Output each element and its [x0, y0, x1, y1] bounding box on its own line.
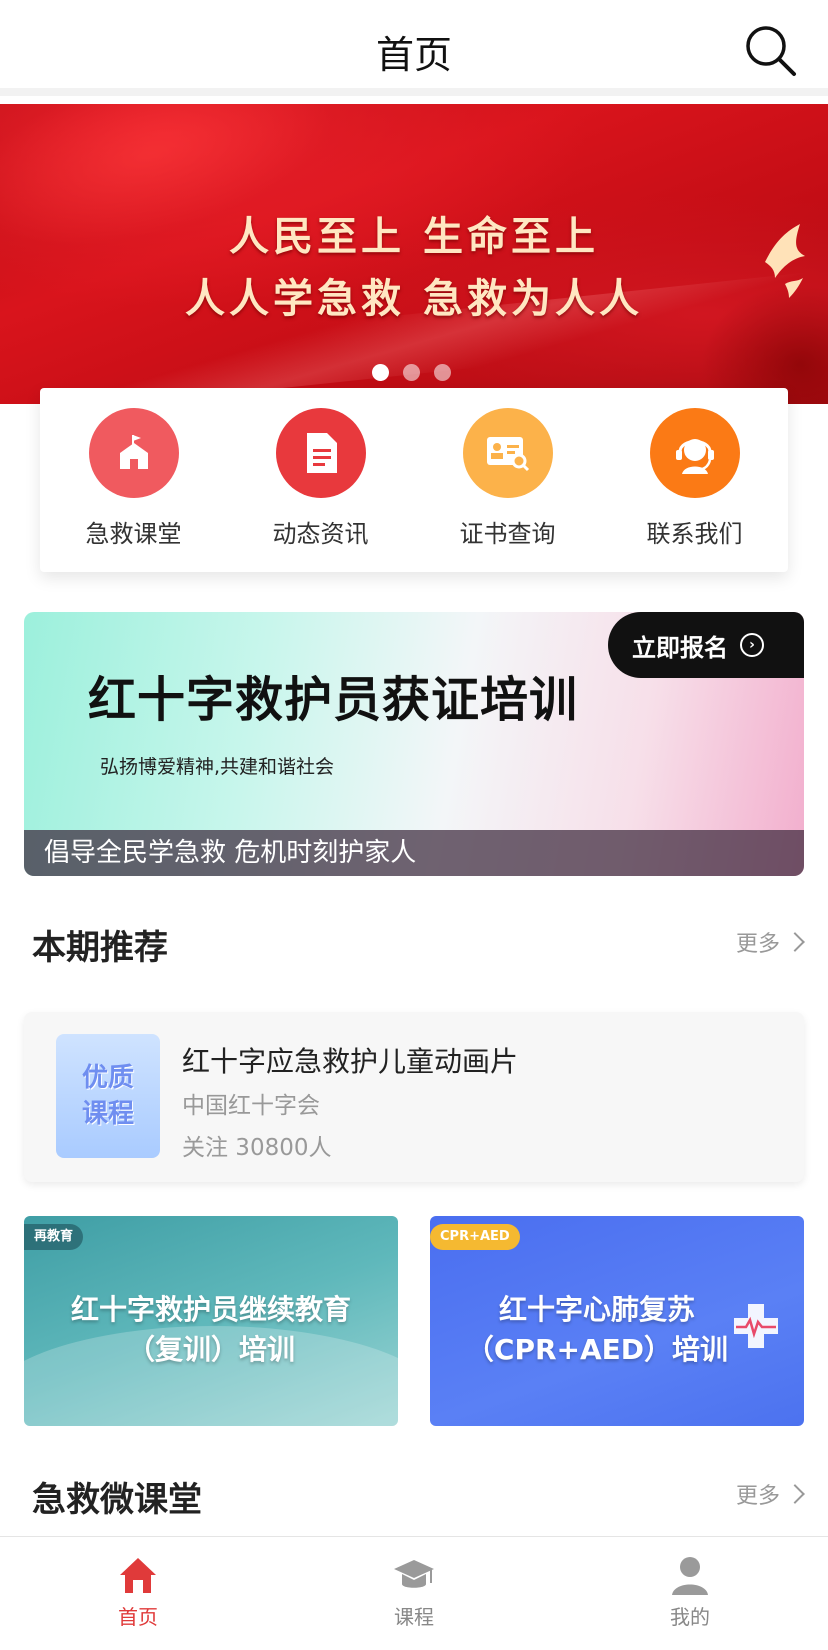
certificate-search-icon	[462, 408, 553, 498]
course-followers: 关注 30800人	[182, 1135, 332, 1161]
chevron-right-icon	[785, 1484, 805, 1504]
tile-badge: CPR+AED	[430, 1224, 520, 1250]
home-icon	[120, 1558, 156, 1593]
tile-line2: （CPR+AED）培训	[465, 1333, 729, 1366]
thumb-text: 课程	[81, 1099, 134, 1129]
tile-badge: 再教育	[24, 1224, 84, 1250]
promo-subtitle: 弘扬博爱精神,共建和谐社会	[100, 756, 335, 778]
carousel-dot[interactable]	[403, 364, 420, 381]
tab-profile[interactable]: 我的	[552, 1537, 828, 1650]
course-thumbnail: 优质 课程	[56, 1034, 160, 1158]
section-title: 急救微课堂	[32, 1480, 202, 1520]
quick-menu-label: 联系我们	[646, 520, 743, 548]
tile-line1: 红十字心肺复苏	[498, 1293, 695, 1326]
page-title: 首页	[375, 33, 452, 77]
quick-menu-news[interactable]: 动态资讯	[227, 388, 414, 572]
tab-home[interactable]: 首页	[0, 1537, 276, 1650]
micro-class-section-header: 急救微课堂 更多	[32, 1468, 805, 1520]
training-promo-banner[interactable]: 红十字救护员获证培训 弘扬博爱精神,共建和谐社会 立即报名 › 倡导全民学急救 …	[24, 612, 804, 876]
signup-button[interactable]: 立即报名 ›	[608, 612, 804, 678]
course-organization: 中国红十字会	[182, 1093, 320, 1119]
quick-menu-contact[interactable]: 联系我们	[601, 388, 788, 572]
banner-carousel[interactable]: 人民至上 生命至上 人人学急救 急救为人人	[0, 104, 828, 404]
bottom-tab-bar: 首页 课程 我的	[0, 1536, 828, 1650]
banner-slogan-line2: 人人学急救 急救为人人	[185, 276, 643, 322]
more-label: 更多	[735, 932, 780, 957]
promo-title: 红十字救护员获证培训	[88, 672, 579, 728]
tile-text: 红十字救护员继续教育 （复训）培训	[24, 1290, 398, 1370]
chevron-right-icon	[785, 932, 805, 952]
customer-service-icon	[649, 408, 740, 498]
more-link[interactable]: 更多	[735, 926, 805, 958]
section-title: 本期推荐	[32, 928, 168, 968]
quick-menu-label: 证书查询	[459, 520, 556, 548]
cpr-training-tile[interactable]: CPR+AED 红十字心肺复苏 （CPR+AED）培训	[430, 1216, 804, 1426]
tile-line2: （复训）培训	[126, 1333, 295, 1366]
recommend-section-header: 本期推荐 更多	[32, 916, 805, 968]
tab-courses[interactable]: 课程	[276, 1537, 552, 1650]
banner-slogan-line1: 人民至上 生命至上	[229, 214, 599, 260]
carousel-indicator	[372, 364, 451, 382]
carousel-dot[interactable]	[372, 364, 389, 381]
more-link[interactable]: 更多	[735, 1478, 805, 1510]
tab-label: 课程	[394, 1605, 434, 1629]
tile-line1: 红十字救护员继续教育	[70, 1293, 351, 1326]
quick-menu-label: 急救课堂	[85, 520, 182, 548]
document-icon	[275, 408, 366, 498]
top-bar: 首页	[0, 0, 828, 96]
tab-label: 我的	[670, 1605, 710, 1629]
carousel-dot[interactable]	[434, 364, 451, 381]
quick-menu: 急救课堂 动态资讯 证书查询 联系我们	[40, 388, 788, 572]
quick-menu-label: 动态资讯	[272, 520, 369, 548]
quick-menu-first-aid-class[interactable]: 急救课堂	[40, 388, 227, 572]
school-icon	[88, 408, 179, 498]
medical-cross-icon	[734, 1304, 778, 1348]
thumb-text: 优质	[81, 1063, 134, 1093]
graduation-cap-icon	[394, 1560, 434, 1588]
chevron-right-circle-icon: ›	[740, 633, 764, 657]
more-label: 更多	[735, 1484, 780, 1509]
user-icon	[672, 1557, 708, 1595]
course-title: 红十字应急救护儿童动画片	[182, 1045, 519, 1078]
search-icon[interactable]	[742, 22, 798, 78]
home-page: 首页 人民至上 生命至上 人人学急救 急救为人人 急救课堂 动态资讯 证书查询 …	[0, 0, 828, 1650]
tab-label: 首页	[118, 1605, 158, 1629]
refresher-training-tile[interactable]: 再教育 红十字救护员继续教育 （复训）培训	[24, 1216, 398, 1426]
quick-menu-certificate[interactable]: 证书查询	[414, 388, 601, 572]
promo-caption: 倡导全民学急救 危机时刻护家人	[24, 830, 804, 876]
signup-label: 立即报名	[632, 633, 728, 662]
course-card[interactable]: 优质 课程 红十字应急救护儿童动画片 中国红十字会 关注 30800人	[24, 1012, 804, 1182]
